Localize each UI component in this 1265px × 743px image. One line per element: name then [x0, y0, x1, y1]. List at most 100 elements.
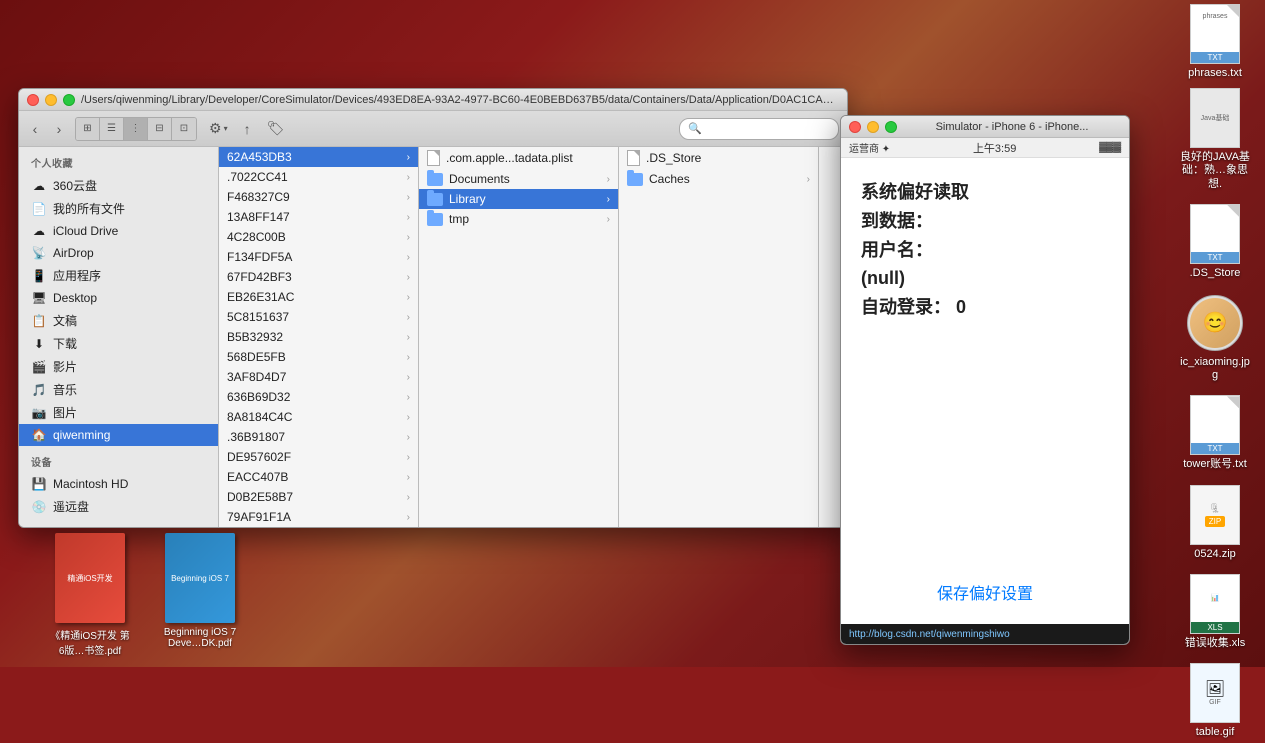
column1-item[interactable]: 4C28C00B›	[219, 227, 418, 247]
music-icon: 🎵	[31, 382, 47, 398]
status-time: 上午3:59	[890, 140, 1099, 156]
column1-item[interactable]: B5B32932›	[219, 327, 418, 347]
minimize-button[interactable]	[45, 94, 57, 106]
sim-minimize-button[interactable]	[867, 121, 879, 133]
book-ios7[interactable]: Beginning iOS 7 Beginning iOS 7 Deve…DK.…	[160, 533, 240, 657]
gear-icon: ⚙	[209, 120, 222, 137]
column1-item[interactable]: F468327C9›	[219, 187, 418, 207]
view-cover[interactable]: ⊟	[148, 118, 172, 140]
view-flow[interactable]: ⊡	[172, 118, 196, 140]
desktop-icon-phrases-txt[interactable]: phrases TXT phrases.txt	[1175, 0, 1255, 84]
desktop-icon-label-java: 良好的JAVA基础：熟…象思想.	[1179, 151, 1251, 191]
sim-maximize-button[interactable]	[885, 121, 897, 133]
back-button[interactable]: ‹	[27, 121, 43, 137]
content-line2: 到数据：	[861, 207, 1109, 236]
column2-item[interactable]: .com.apple...tadata.plist	[419, 147, 618, 169]
finder-sidebar: 个人收藏 ☁ 360云盘 📄 我的所有文件 ☁ iCloud Drive 📡 A…	[19, 147, 219, 527]
desktop-icon-table-gif[interactable]: 🖼 GIF table.gif	[1175, 659, 1255, 743]
sidebar-item-macintosh[interactable]: 💾 Macintosh HD	[19, 473, 218, 495]
finder-titlebar: /Users/qiwenming/Library/Developer/CoreS…	[19, 89, 847, 111]
chevron-right-icon: ›	[407, 472, 410, 483]
maximize-button[interactable]	[63, 94, 75, 106]
finder-window: /Users/qiwenming/Library/Developer/CoreS…	[18, 88, 848, 528]
column1-item[interactable]: 5C8151637›	[219, 307, 418, 327]
sidebar-item-music[interactable]: 🎵 音乐	[19, 378, 218, 401]
column2-item[interactable]: Library›	[419, 189, 618, 209]
sim-close-button[interactable]	[849, 121, 861, 133]
sidebar-item-desktop[interactable]: 🖥 Desktop	[19, 287, 218, 309]
chevron-right-icon: ›	[807, 174, 810, 185]
chevron-down-icon: ▾	[224, 124, 228, 133]
column1-item[interactable]: 67FD42BF3›	[219, 267, 418, 287]
view-icon[interactable]: ⊞	[76, 118, 100, 140]
desktop-icon-avatar[interactable]: 😊 ic_xiaoming.jpg	[1175, 289, 1255, 386]
sidebar-item-label: 音乐	[53, 381, 77, 398]
column1-item[interactable]: 568DE5FB›	[219, 347, 418, 367]
book-label-ios: 《精通iOS开发 第6版…书签.pdf	[50, 627, 130, 657]
url-text: http://blog.csdn.net/qiwenmingshiwo	[849, 629, 1010, 640]
finder-body: 个人收藏 ☁ 360云盘 📄 我的所有文件 ☁ iCloud Drive 📡 A…	[19, 147, 847, 527]
column1-item[interactable]: DE957602F›	[219, 447, 418, 467]
view-column[interactable]: ⋮	[124, 118, 148, 140]
desktop-icon-tower-txt[interactable]: TXT tower账号.txt	[1175, 391, 1255, 475]
desktop-icon-zip[interactable]: 🗜 ZIP 0524.zip	[1175, 481, 1255, 565]
book-ios[interactable]: 精通iOS开发 《精通iOS开发 第6版…书签.pdf	[50, 533, 130, 657]
share-button[interactable]: ↑	[240, 119, 255, 139]
desktop-icon-label-zip: 0524.zip	[1194, 548, 1236, 561]
save-preferences-button[interactable]: 保存偏好设置	[937, 580, 1033, 604]
column1-item[interactable]: EACC407B›	[219, 467, 418, 487]
finder-toolbar: ‹ › ⊞ ☰ ⋮ ⊟ ⊡ ⚙ ▾ ↑ 🏷 🔍	[19, 111, 847, 147]
icloud-icon: ☁	[31, 223, 47, 239]
sidebar-item-documents[interactable]: 📋 文稿	[19, 309, 218, 332]
sidebar-item-downloads[interactable]: ⬇ 下载	[19, 332, 218, 355]
column1-item[interactable]: 79AF91F1A›	[219, 507, 418, 527]
column3-item[interactable]: .DS_Store	[619, 147, 818, 169]
airdrop-icon: 📡	[31, 245, 47, 261]
column1-item[interactable]: 8A8184C4C›	[219, 407, 418, 427]
action-button[interactable]: ⚙ ▾	[205, 118, 232, 139]
search-box[interactable]: 🔍	[679, 118, 839, 140]
sidebar-item-photos[interactable]: 📷 图片	[19, 401, 218, 424]
column-item-label: Documents	[449, 172, 510, 186]
column1-item[interactable]: 636B69D32›	[219, 387, 418, 407]
column2-item[interactable]: Documents ›	[419, 169, 618, 189]
column1-item[interactable]: .7022CC41›	[219, 167, 418, 187]
column1-item[interactable]: EB26E31AC›	[219, 287, 418, 307]
column1-item[interactable]: .36B91807›	[219, 427, 418, 447]
desktop-icon-ds-store[interactable]: TXT .DS_Store	[1175, 200, 1255, 284]
column1-item[interactable]: F134FDF5A›	[219, 247, 418, 267]
sidebar-item-360yun[interactable]: ☁ 360云盘	[19, 174, 218, 197]
view-list[interactable]: ☰	[100, 118, 124, 140]
chevron-right-icon: ›	[407, 312, 410, 323]
phone-text-block: 系统偏好读取 到数据： 用户名： (null) 自动登录： 0	[861, 178, 1109, 322]
forward-button[interactable]: ›	[51, 121, 67, 137]
sidebar-item-airdrop[interactable]: 📡 AirDrop	[19, 242, 218, 264]
column-item-label: Caches	[649, 172, 690, 186]
finder-column-2: .com.apple...tadata.plist Documents › Libra…	[419, 147, 619, 527]
column1-item[interactable]: 62A453DB3›	[219, 147, 418, 167]
column3-item[interactable]: Caches ›	[619, 169, 818, 189]
view-buttons: ⊞ ☰ ⋮ ⊟ ⊡	[75, 117, 197, 141]
sidebar-item-movies[interactable]: 🎬 影片	[19, 355, 218, 378]
desktop-icon-xls[interactable]: 📊 XLS 错误收集.xls	[1175, 570, 1255, 654]
column2-item[interactable]: tmp›	[419, 209, 618, 229]
folder-icon	[427, 173, 443, 186]
sidebar-item-home[interactable]: 🏠 qiwenming	[19, 424, 218, 446]
desktop-icons-container: phrases TXT phrases.txt Java基础 良好的JAVA基础…	[1175, 0, 1255, 743]
sidebar-item-apps[interactable]: 📱 应用程序	[19, 264, 218, 287]
desktop-icon-java[interactable]: Java基础 良好的JAVA基础：熟…象思想.	[1175, 84, 1255, 195]
sidebar-item-disk2[interactable]: 💿 遥远盘	[19, 495, 218, 518]
chevron-right-icon: ›	[607, 174, 610, 185]
finder-column-3: .DS_Store Caches ›	[619, 147, 819, 527]
tag-button[interactable]: 🏷	[263, 118, 289, 139]
column1-item[interactable]: D0B2E58B7›	[219, 487, 418, 507]
sidebar-item-label: qiwenming	[53, 428, 110, 442]
phone-frame: 运营商 ✦ 上午3:59 ▓▓▓ 系统偏好读取 到数据： 用户名： (null)…	[841, 138, 1129, 644]
close-button[interactable]	[27, 94, 39, 106]
disk-icon: 💿	[31, 499, 47, 515]
chevron-right-icon: ›	[407, 272, 410, 283]
sidebar-item-all-files[interactable]: 📄 我的所有文件	[19, 197, 218, 220]
sidebar-item-icloud[interactable]: ☁ iCloud Drive	[19, 220, 218, 242]
column1-item[interactable]: 13A8FF147›	[219, 207, 418, 227]
column1-item[interactable]: 3AF8D4D7›	[219, 367, 418, 387]
